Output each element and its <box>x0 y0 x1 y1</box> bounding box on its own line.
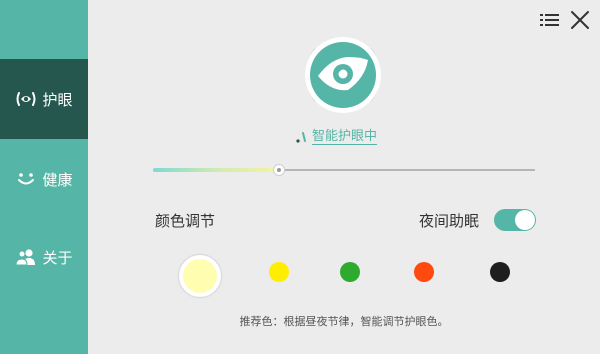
night-mode-label: 夜间助眠 <box>419 212 480 230</box>
status-mark-icon <box>296 132 306 143</box>
menu-button[interactable] <box>539 10 561 30</box>
intensity-slider[interactable] <box>153 163 535 177</box>
color-swatch-orange[interactable] <box>414 262 434 282</box>
sidebar-item-about[interactable]: 关于 <box>0 217 88 297</box>
sidebar-item-health[interactable]: 健康 <box>0 139 88 219</box>
slider-fill <box>153 168 280 172</box>
toggle-thumb <box>515 210 535 230</box>
status-text[interactable]: 智能护眼中 <box>312 129 378 145</box>
eye-logo-icon <box>305 37 381 113</box>
close-icon <box>571 11 589 29</box>
sidebar-item-label: 关于 <box>42 248 73 267</box>
color-swatch-black[interactable] <box>490 262 510 282</box>
status-indicator: 智能护眼中 <box>295 128 378 146</box>
sidebar-item-label: 健康 <box>42 170 73 189</box>
eye-protection-logo <box>293 30 393 120</box>
color-swatch-light-yellow[interactable] <box>179 255 221 297</box>
main-panel: 智能护眼中 颜色调节 夜间助眠 推荐色：根据昼夜节律，智能调节护眼色。 <box>88 0 600 354</box>
users-icon <box>15 246 37 268</box>
close-button[interactable] <box>569 10 591 30</box>
sidebar-item-eye-protection[interactable]: 护眼 <box>0 59 88 139</box>
color-adjust-title: 颜色调节 <box>155 212 216 230</box>
color-swatch-green[interactable] <box>340 262 360 282</box>
smile-icon <box>15 168 37 190</box>
list-menu-icon <box>540 14 559 26</box>
night-mode-toggle[interactable] <box>494 209 536 231</box>
slider-knob[interactable] <box>273 164 286 176</box>
sidebar-item-label: 护眼 <box>42 90 73 109</box>
sidebar: 护眼 健康 关于 <box>0 0 88 354</box>
recommendation-hint: 推荐色：根据昼夜节律，智能调节护眼色。 <box>239 315 449 328</box>
color-swatch-yellow[interactable] <box>269 262 289 282</box>
eye-protection-icon <box>15 88 37 110</box>
